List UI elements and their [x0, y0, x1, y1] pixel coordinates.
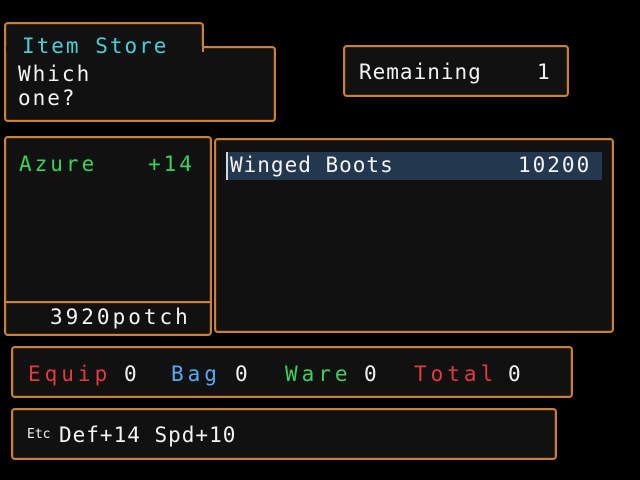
remaining-label: Remaining: [359, 60, 482, 84]
character-name[interactable]: Azure: [19, 152, 97, 176]
equip-count: 0: [124, 362, 139, 386]
shop-item-list: Winged Boots 10200: [214, 138, 614, 333]
equip-label: Equip: [28, 362, 112, 386]
effect-text: Def+14 Spd+10: [59, 423, 237, 447]
total-count: 0: [508, 362, 523, 386]
prompt-line-2: one?: [18, 86, 77, 110]
character-bonus: +14: [148, 152, 195, 176]
store-title: Item Store: [22, 34, 169, 58]
bag-label: Bag: [171, 362, 221, 386]
prompt-line-1: Which: [18, 62, 92, 86]
total-label: Total: [414, 362, 498, 386]
ware-label: Ware: [285, 362, 352, 386]
money-divider: [6, 301, 210, 303]
etc-icon: Etc: [27, 427, 51, 442]
item-effect-window: Etc Def+14 Spd+10: [11, 408, 557, 460]
ware-count: 0: [364, 362, 379, 386]
item-row-selected[interactable]: Winged Boots 10200: [226, 152, 602, 180]
item-price: 10200: [518, 153, 592, 177]
remaining-value: 1: [537, 60, 552, 84]
bag-count: 0: [235, 362, 250, 386]
money-display: 3920potch: [50, 305, 191, 329]
character-window: Azure +14 3920potch: [4, 136, 212, 336]
item-name: Winged Boots: [230, 153, 394, 177]
item-counts-window: Equip 0 Bag 0 Ware 0 Total 0: [11, 346, 573, 398]
remaining-window: Remaining 1: [343, 45, 569, 97]
